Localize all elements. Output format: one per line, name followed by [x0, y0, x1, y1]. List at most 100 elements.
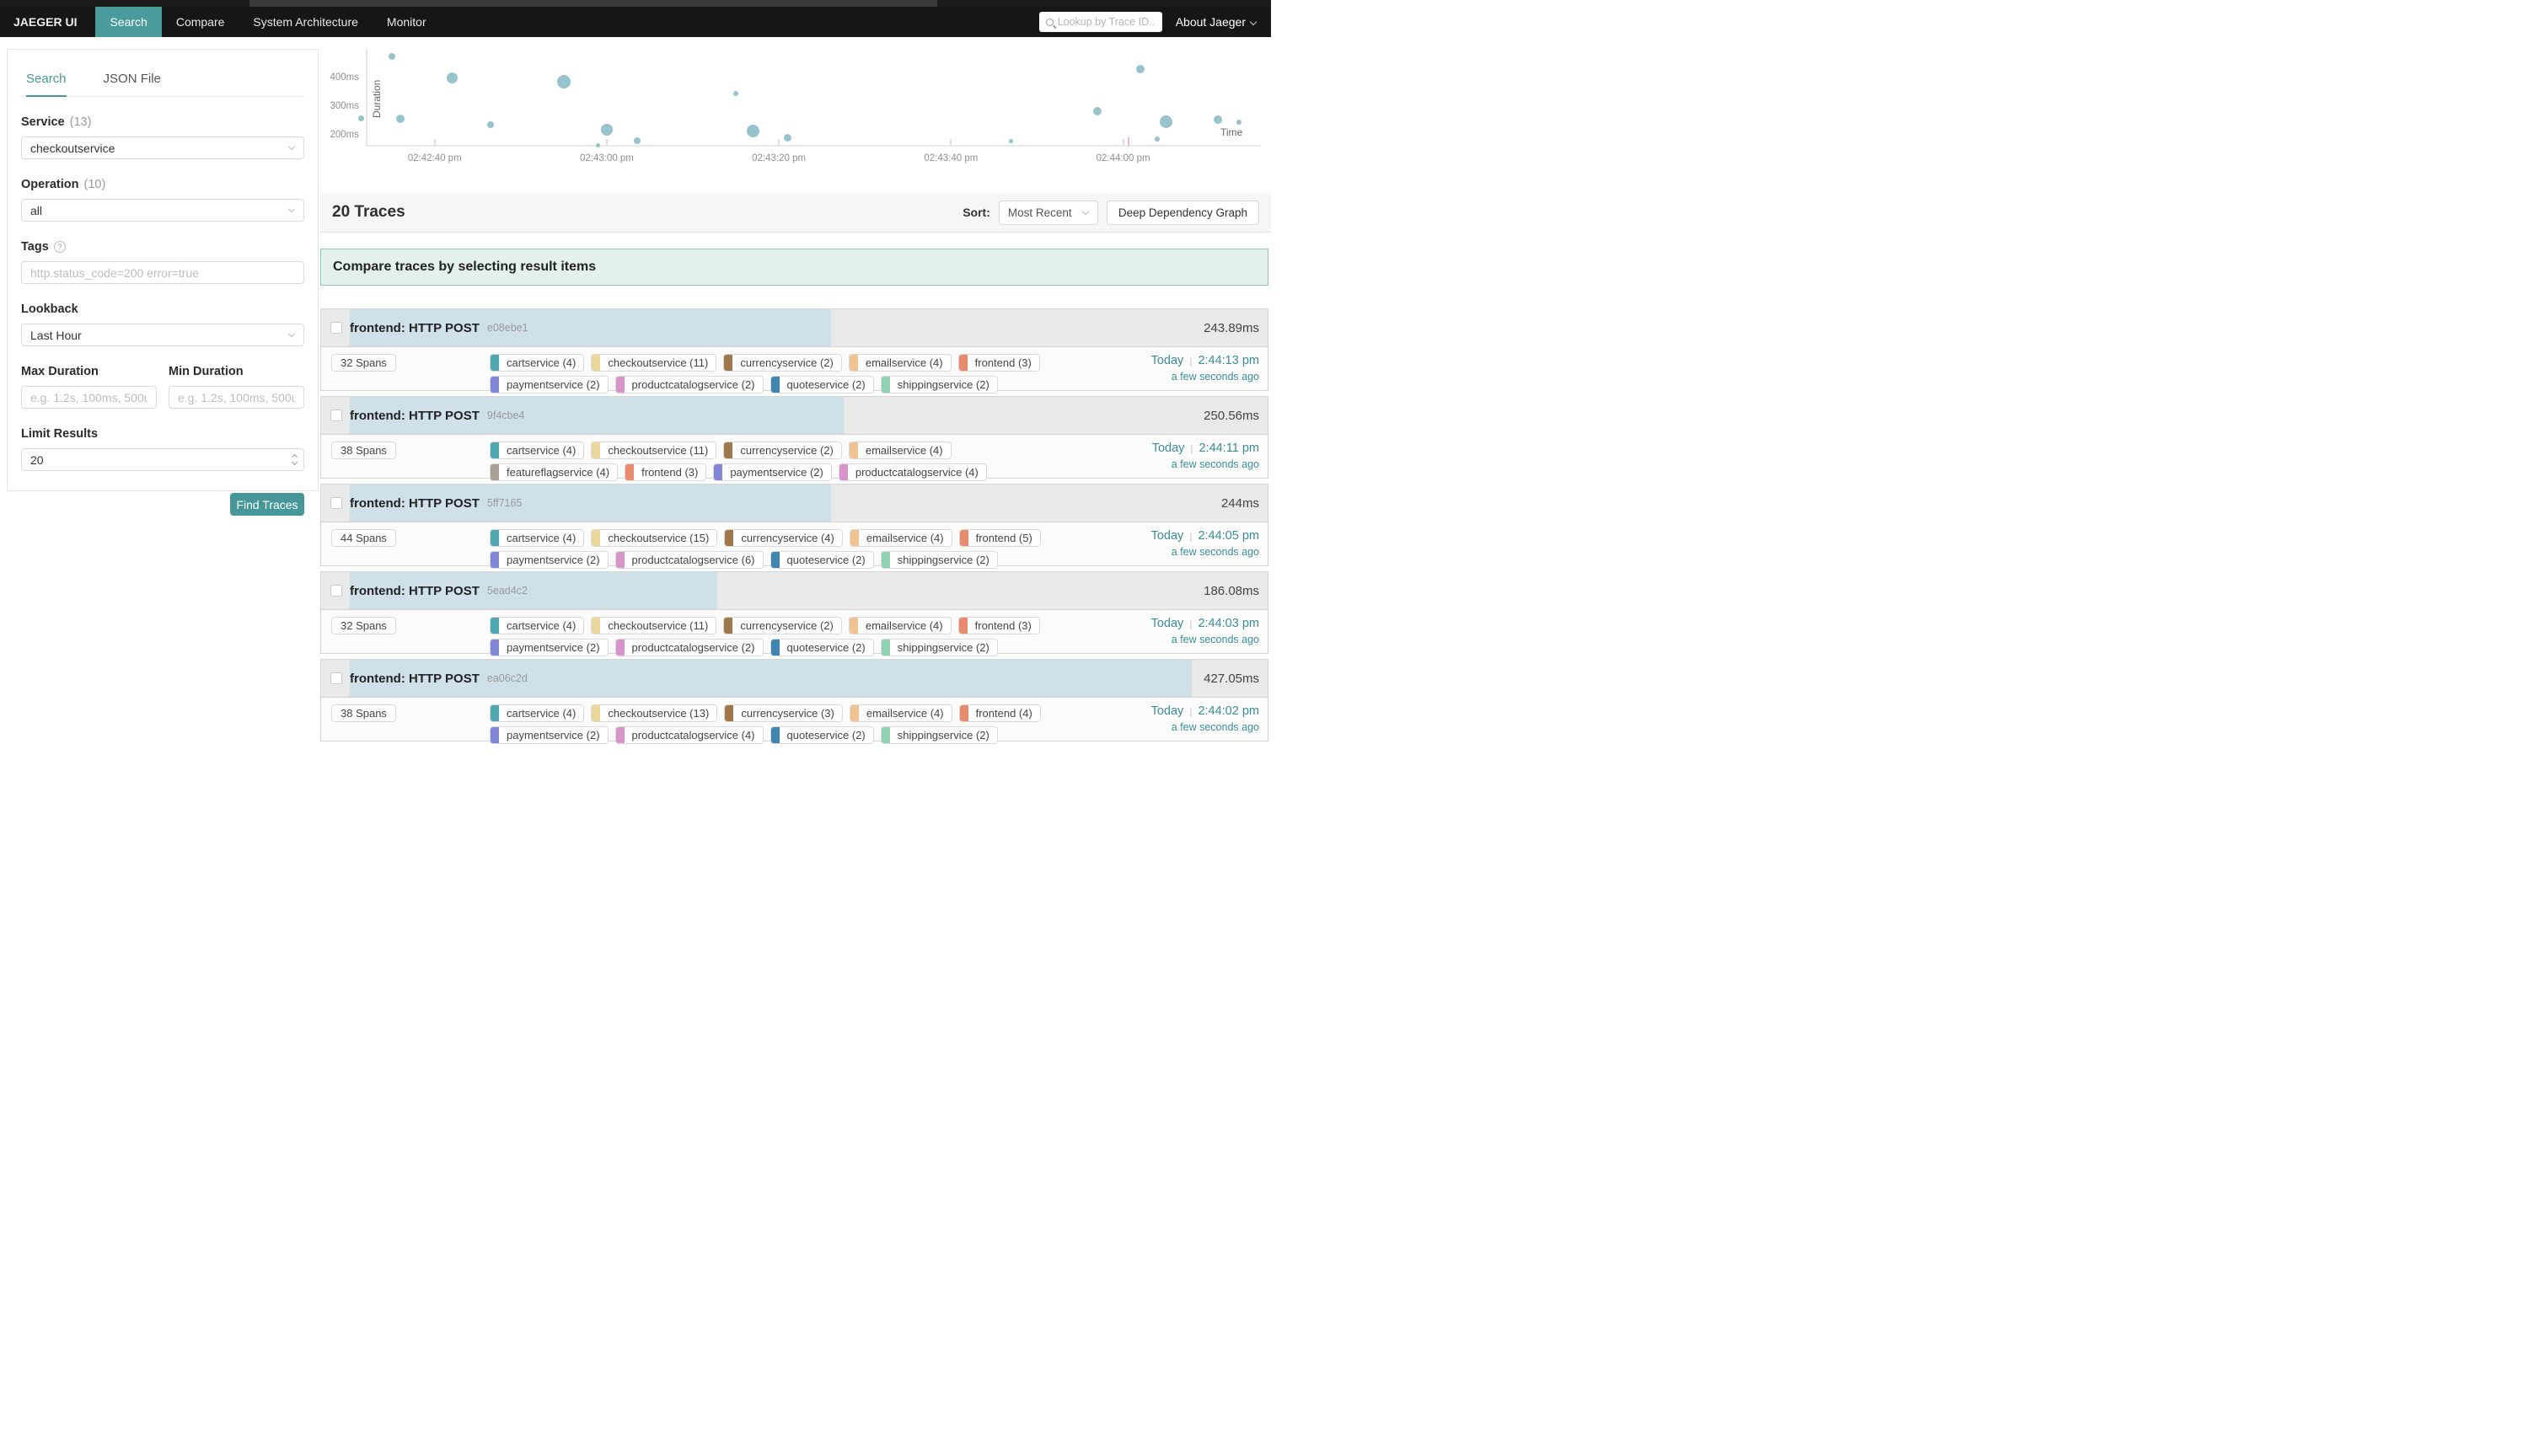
scatter-point[interactable]	[634, 137, 641, 144]
scatter-point[interactable]	[1093, 107, 1102, 115]
service-tag-label: paymentservice (2)	[499, 377, 608, 393]
scatter-point[interactable]	[1009, 139, 1013, 143]
timestamp-divider: |	[1189, 530, 1192, 542]
min-duration-input[interactable]	[178, 391, 295, 404]
service-tag-productcatalogservice: productcatalogservice (2)	[615, 639, 764, 656]
service-tag-currencyservice: currencyservice (2)	[723, 617, 842, 634]
scatter-point[interactable]	[447, 72, 458, 83]
scatter-point[interactable]	[601, 124, 613, 136]
scatter-point[interactable]	[358, 115, 364, 121]
service-tag-checkoutservice: checkoutservice (11)	[591, 354, 716, 372]
trace-timestamp: Today | 2:44:02 pm a few seconds ago	[1151, 704, 1259, 733]
trace-duration: 427.05ms	[1204, 660, 1259, 697]
service-color-swatch	[882, 640, 890, 656]
scatter-point[interactable]	[396, 115, 405, 123]
service-tag-shippingservice: shippingservice (2)	[881, 376, 998, 393]
scatter-point[interactable]	[557, 75, 571, 88]
scatter-point[interactable]	[733, 91, 738, 96]
deep-dependency-graph-button[interactable]: Deep Dependency Graph	[1107, 201, 1259, 225]
service-color-swatch	[491, 727, 499, 743]
scatter-point[interactable]	[487, 121, 494, 128]
trace-timestamp: Today | 2:44:05 pm a few seconds ago	[1151, 529, 1259, 558]
trace-title: frontend: HTTP POST 5ff7165	[350, 484, 522, 522]
service-tag-quoteservice: quoteservice (2)	[770, 726, 874, 744]
nav-item-search[interactable]: Search	[95, 7, 161, 37]
trace-operation: frontend: HTTP POST	[350, 672, 480, 686]
trace-lookup-box[interactable]	[1039, 12, 1162, 32]
tags-input[interactable]	[30, 266, 295, 280]
tab-json-file[interactable]: JSON File	[104, 72, 161, 96]
number-stepper[interactable]	[292, 455, 297, 464]
scatter-point[interactable]	[1160, 115, 1172, 128]
scatter-point[interactable]	[389, 53, 395, 60]
lookback-select[interactable]: Last Hour	[21, 324, 304, 346]
operation-select[interactable]: all	[21, 199, 304, 222]
sidebar-tabs: Search JSON File	[21, 50, 304, 97]
chevron-down-icon	[288, 206, 295, 212]
about-jaeger-menu[interactable]: About Jaeger	[1176, 15, 1256, 29]
service-tag-paymentservice: paymentservice (2)	[490, 639, 609, 656]
tab-search[interactable]: Search	[26, 72, 67, 97]
service-tag-list: cartservice (4)checkoutservice (15)curre…	[490, 529, 1071, 569]
service-tag-label: emailservice (4)	[859, 530, 952, 546]
trace-body: 32 Spans cartservice (4)checkoutservice …	[321, 610, 1268, 653]
nav-item-compare[interactable]: Compare	[162, 7, 239, 37]
scatter-point[interactable]	[1136, 65, 1145, 73]
service-color-swatch	[592, 618, 600, 634]
trace-result-card: frontend: HTTP POST 5ead4c2 186.08ms 32 …	[320, 571, 1268, 654]
trace-header-link[interactable]: frontend: HTTP POST e08ebe1 243.89ms	[321, 309, 1268, 347]
trace-lookup-input[interactable]	[1058, 16, 1156, 28]
service-tag-checkoutservice: checkoutservice (11)	[591, 617, 716, 634]
service-color-swatch	[491, 640, 499, 656]
scatter-point[interactable]	[747, 125, 759, 137]
service-label: Service(13)	[21, 115, 304, 129]
service-color-swatch	[725, 705, 733, 721]
service-tag-label: checkoutservice (11)	[600, 442, 716, 458]
trace-select-checkbox[interactable]	[330, 410, 342, 421]
jaeger-logo[interactable]: JAEGER UI	[0, 7, 95, 37]
sort-select[interactable]: Most Recent	[999, 201, 1098, 225]
service-tag-label: cartservice (4)	[499, 705, 583, 721]
span-count-chip: 32 Spans	[331, 354, 396, 372]
service-color-swatch	[491, 355, 499, 371]
x-axis-line	[366, 145, 1261, 147]
help-icon[interactable]: ?	[54, 241, 66, 253]
service-tag-label: quoteservice (2)	[780, 640, 873, 656]
max-duration-input[interactable]	[30, 391, 147, 404]
trace-select-checkbox[interactable]	[330, 497, 342, 509]
nav-item-system-architecture[interactable]: System Architecture	[239, 7, 373, 37]
service-tag-label: cartservice (4)	[499, 355, 583, 371]
trace-day: Today	[1152, 442, 1185, 455]
chevron-down-icon	[1250, 18, 1257, 24]
scatter-point[interactable]	[784, 134, 791, 142]
limit-results-input[interactable]	[30, 453, 295, 467]
nav-item-monitor[interactable]: Monitor	[373, 7, 441, 37]
operation-select-value: all	[30, 204, 42, 217]
trace-header-link[interactable]: frontend: HTTP POST 9f4cbe4 250.56ms	[321, 397, 1268, 435]
service-tag-label: currencyservice (2)	[732, 442, 841, 458]
service-tag-productcatalogservice: productcatalogservice (2)	[615, 376, 764, 393]
trace-select-checkbox[interactable]	[330, 585, 342, 597]
find-traces-button[interactable]: Find Traces	[230, 493, 304, 516]
trace-title: frontend: HTTP POST e08ebe1	[350, 309, 528, 346]
x-axis-tick	[950, 139, 952, 146]
y-tick-label: 300ms	[322, 101, 359, 111]
trace-select-checkbox[interactable]	[330, 672, 342, 684]
scatter-point[interactable]	[1214, 115, 1222, 124]
service-tag-label: productcatalogservice (2)	[625, 640, 763, 656]
trace-header-link[interactable]: frontend: HTTP POST 5ff7165 244ms	[321, 484, 1268, 522]
trace-operation: frontend: HTTP POST	[350, 321, 480, 335]
service-tag-label: cartservice (4)	[499, 442, 583, 458]
scatter-point[interactable]	[1155, 136, 1160, 142]
trace-operation: frontend: HTTP POST	[350, 584, 480, 598]
x-tick-label: 02:43:40 pm	[924, 153, 978, 163]
service-select[interactable]: checkoutservice	[21, 136, 304, 159]
trace-header-link[interactable]: frontend: HTTP POST ea06c2d 427.05ms	[321, 660, 1268, 698]
trace-header-link[interactable]: frontend: HTTP POST 5ead4c2 186.08ms	[321, 572, 1268, 610]
service-tag-productcatalogservice: productcatalogservice (6)	[615, 551, 764, 569]
scatter-point[interactable]	[1236, 120, 1242, 125]
scatter-point[interactable]	[596, 143, 600, 147]
service-tag-label: frontend (4)	[968, 705, 1040, 721]
service-color-swatch	[959, 618, 968, 634]
trace-select-checkbox[interactable]	[330, 322, 342, 334]
